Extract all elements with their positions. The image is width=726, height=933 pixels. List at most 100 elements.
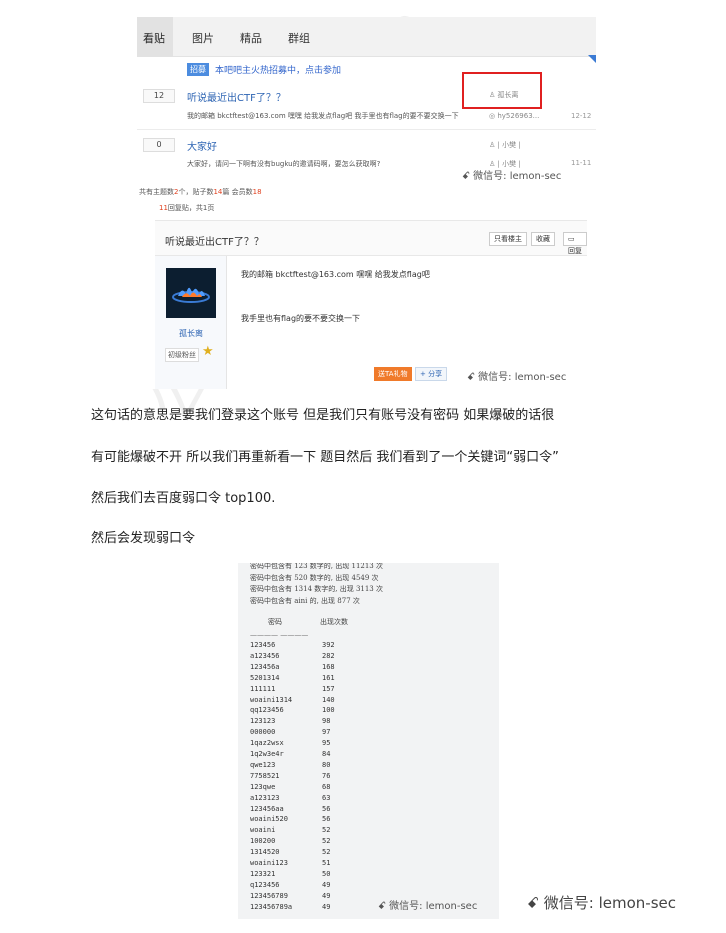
- post-line: 我的邮箱 bkctftest@163.com 嘿嘿 给我发点flag吧: [241, 270, 430, 279]
- reply-button[interactable]: ▭ 回复: [563, 232, 587, 255]
- count-cell: 56: [322, 815, 331, 824]
- password-cell: 1qaz2wsx: [250, 739, 284, 748]
- wechat-icon: ꗃ: [527, 894, 544, 912]
- password-cell: 123456789a: [250, 902, 293, 911]
- password-cell: q123456: [250, 880, 280, 889]
- password-cell: 123456a: [250, 662, 280, 671]
- post-title: 听说最近出CTF了？？: [165, 237, 264, 248]
- password-cell: 5201314: [250, 673, 280, 682]
- post-author-panel: 孤长离 初级粉丝 ★: [155, 256, 227, 389]
- count-cell: 51: [322, 859, 331, 867]
- password-cell: qwe123: [250, 760, 276, 769]
- table-row: 123456a 168: [250, 663, 370, 673]
- count-cell: 76: [322, 771, 331, 780]
- password-cell: 1314520: [250, 848, 280, 857]
- count-cell: 95: [322, 739, 331, 748]
- count-cell: 63: [322, 793, 331, 802]
- table-row: 123456789a 49: [250, 903, 370, 913]
- count-cell: 157: [322, 684, 335, 693]
- footer-watermark-text: 微信号: lemon-sec: [543, 894, 676, 912]
- stat-line: 密码中包含有 aini 的, 出现 877 次: [250, 597, 360, 605]
- forum-stats: 共有主题数2个，贴子数14篇 会员数18: [139, 187, 262, 197]
- table-row: 1314520 52: [250, 848, 370, 858]
- thread-author[interactable]: ♙ | 小樊 |: [489, 140, 521, 150]
- paragraph: 有可能爆破不开 所以我们再重新看一下 题目然后 我们看到了一个关键词“弱口令”: [91, 450, 559, 465]
- thread-last-reply[interactable]: ◎ hy526963...: [489, 112, 539, 120]
- count-cell: 168: [322, 662, 335, 671]
- table-row: 1qaz2wsx 95: [250, 739, 370, 749]
- pager-text: 回复贴，共1页: [167, 204, 215, 212]
- last-reply-name: hy526963...: [497, 112, 540, 120]
- table-row: 7758521 76: [250, 772, 370, 782]
- tab-featured[interactable]: 精品: [240, 30, 262, 46]
- count-cell: 84: [322, 750, 331, 758]
- tab-groups[interactable]: 群组: [288, 30, 310, 46]
- paragraph: 这句话的意思是要我们登录这个账号 但是我们只有账号没有密码 如果爆破的话很: [91, 408, 555, 423]
- table-row: qwe123 80: [250, 761, 370, 771]
- thread-date: 12-12: [571, 112, 592, 120]
- forum-screenshot: 看贴 图片 精品 群组 招募 本吧吧主火热招募中，点击参加 12 听说最近出CT…: [137, 17, 596, 389]
- table-row: q123456 49: [250, 881, 370, 891]
- tab-images[interactable]: 图片: [192, 30, 214, 46]
- avatar[interactable]: [166, 268, 216, 318]
- table-row: 111111 157: [250, 685, 370, 695]
- table-row: 100200 52: [250, 837, 370, 847]
- password-cell: a123456: [250, 651, 280, 660]
- stats-label: 共有主题数: [139, 188, 174, 196]
- reply-count-badge: 0: [143, 138, 175, 152]
- wechat-watermark: ꗃ 微信号: lemon-sec: [378, 897, 477, 912]
- plus-icon: +: [420, 370, 429, 378]
- password-cell: 123321: [250, 869, 276, 878]
- table-row: 123123 98: [250, 717, 370, 727]
- share-button[interactable]: + 分享: [415, 367, 448, 381]
- thread-date: 11-11: [571, 159, 592, 167]
- table-row: a123123 63: [250, 794, 370, 804]
- stats-label: 篇 会员数: [222, 188, 253, 196]
- pager-info: 11回复贴，共1页: [159, 203, 214, 213]
- table-row: woaini123 51: [250, 859, 370, 869]
- password-cell: 123123: [250, 717, 276, 726]
- paragraph: 然后会发现弱口令: [91, 531, 196, 546]
- only-op-button[interactable]: 只看楼主: [489, 232, 527, 246]
- post-header: 听说最近出CTF了？？ 只看楼主 收藏 ▭ 回复: [155, 220, 587, 256]
- table-row: 1q2w3e4r 84: [250, 750, 370, 760]
- stat-line: 密码中包含有 520 数字的, 出现 4549 次: [250, 574, 379, 582]
- count-cell: 100: [322, 706, 335, 715]
- thread-title-link[interactable]: 听说最近出CTF了？？: [187, 89, 286, 104]
- reply-icon: ▭: [568, 235, 575, 243]
- favorite-button[interactable]: 收藏: [531, 232, 555, 246]
- count-cell: 392: [322, 641, 335, 649]
- count-cell: 97: [322, 728, 331, 737]
- thread-divider: [137, 129, 596, 130]
- flame-avatar-icon: [166, 268, 216, 318]
- gift-button[interactable]: 送TA礼物: [374, 367, 412, 381]
- table-row: 123qwe 68: [250, 783, 370, 793]
- member-level: 初级粉丝: [165, 348, 199, 362]
- watermark-text: 微信号: lemon-sec: [478, 372, 567, 383]
- tab-posts[interactable]: 看贴: [143, 30, 165, 46]
- count-cell: 282: [322, 651, 335, 660]
- password-cell: a123123: [250, 793, 280, 802]
- count-cell: 68: [322, 782, 331, 791]
- count-cell: 98: [322, 717, 331, 726]
- footer-watermark: ꗃ 微信号: lemon-sec: [527, 892, 676, 913]
- password-cell: 000000: [250, 728, 276, 737]
- count-cell: 49: [322, 880, 331, 889]
- notice-tag: 招募: [187, 63, 209, 76]
- watermark-text: 微信号: lemon-sec: [389, 901, 478, 912]
- password-cell: qq123456: [250, 706, 284, 715]
- post-author-name[interactable]: 孤长离: [155, 328, 227, 339]
- thread-title-link[interactable]: 大家好: [187, 138, 217, 153]
- notice-link[interactable]: 本吧吧主火热招募中，点击参加: [215, 63, 341, 76]
- star-icon: ★: [202, 344, 214, 359]
- stats-label: 个，贴子数: [178, 188, 214, 196]
- password-cell: woaini: [250, 826, 276, 835]
- wechat-watermark: ꗃ 微信号: lemon-sec: [467, 368, 566, 383]
- count-cell: 56: [322, 804, 331, 813]
- thread-excerpt: 大家好，请问一下啊有没有bugku的邀请码啊，要怎么获取啊?: [187, 160, 381, 168]
- wechat-icon: ꗃ: [378, 901, 390, 912]
- table-row: woaini 52: [250, 826, 370, 836]
- stat-line: 密码中包含有 123 数字的, 出现 11213 次: [250, 563, 383, 570]
- user-icon: ♙: [489, 141, 498, 149]
- table-row: a123456 282: [250, 652, 370, 662]
